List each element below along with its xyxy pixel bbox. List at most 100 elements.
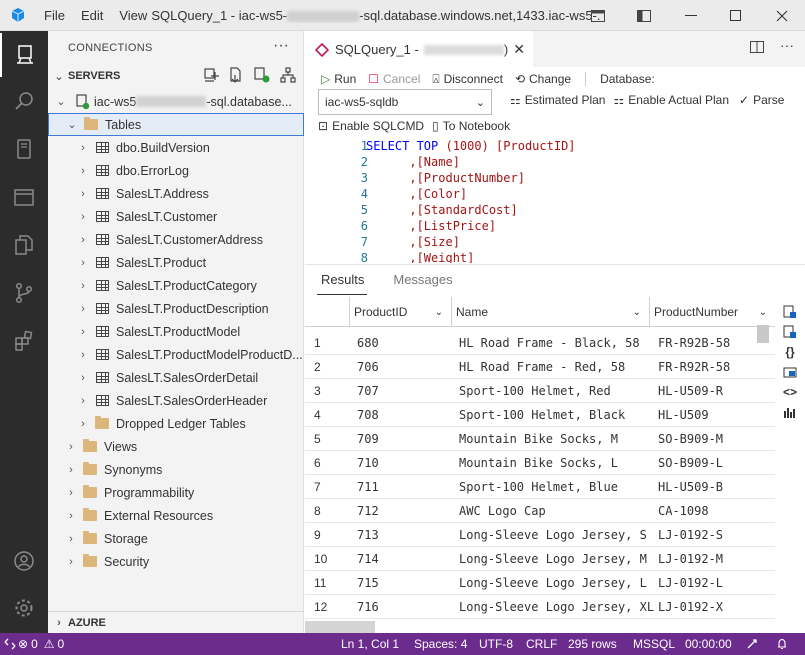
tree-table-node[interactable]: › SalesLT.ProductCategory	[48, 274, 304, 297]
menu-file[interactable]: File	[36, 8, 73, 23]
chevron-right-icon[interactable]: ›	[76, 211, 90, 223]
encoding[interactable]: UTF-8	[479, 633, 513, 655]
chevron-right-icon[interactable]: ›	[76, 395, 90, 407]
grid-cell[interactable]: 709	[357, 427, 379, 451]
cancel-button[interactable]: ☐ Cancel	[368, 72, 420, 86]
tree-table-node[interactable]: › dbo.ErrorLog	[48, 159, 304, 182]
layout-sidebar-icon[interactable]	[621, 0, 667, 31]
tree-table-node[interactable]: › dbo.BuildVersion	[48, 136, 304, 159]
tree-table-node[interactable]: › SalesLT.Address	[48, 182, 304, 205]
grid-cell[interactable]: Sport-100 Helmet, Red	[459, 379, 611, 403]
new-server-group-icon[interactable]	[253, 67, 271, 83]
column-header-productnumber[interactable]: ProductNumber ⌄	[649, 297, 775, 327]
chevron-right-icon[interactable]: ›	[76, 165, 90, 177]
close-button[interactable]	[759, 0, 805, 31]
column-header-productid[interactable]: ProductID ⌄	[349, 297, 451, 327]
grid-cell[interactable]: Sport-100 Helmet, Blue	[459, 475, 618, 499]
grid-cell[interactable]: Long-Sleeve Logo Jersey, M	[459, 547, 647, 571]
close-icon[interactable]: ✕	[513, 41, 525, 58]
save-xml-icon[interactable]	[781, 364, 799, 380]
grid-cell[interactable]: Mountain Bike Socks, L	[459, 451, 618, 475]
chevron-right-icon[interactable]: ›	[76, 372, 90, 384]
grid-cell[interactable]: 710	[357, 451, 379, 475]
grid-cell[interactable]: LJ-0192-X	[658, 595, 723, 619]
grid-cell[interactable]: HL-U509	[658, 403, 709, 427]
grid-cell[interactable]: Long-Sleeve Logo Jersey, L	[459, 571, 647, 595]
tree-structure-icon[interactable]	[280, 67, 296, 83]
table-row[interactable]: 2 706 HL Road Frame - Red, 58 FR-R92R-58	[305, 355, 775, 379]
grid-cell[interactable]: 711	[357, 475, 379, 499]
grid-cell[interactable]: LJ-0192-M	[658, 547, 723, 571]
layout-icon[interactable]	[746, 633, 758, 655]
new-connection-icon[interactable]	[203, 67, 219, 83]
indentation[interactable]: Spaces: 4	[414, 633, 467, 655]
chevron-right-icon[interactable]: ›	[76, 303, 90, 315]
chevron-down-icon[interactable]: ⌄	[65, 118, 79, 131]
table-row[interactable]: 3 707 Sport-100 Helmet, Red HL-U509-R	[305, 379, 775, 403]
chevron-right-icon[interactable]: ›	[76, 280, 90, 292]
grid-cell[interactable]: 713	[357, 523, 379, 547]
chevron-right-icon[interactable]: ›	[76, 188, 90, 200]
grid-cell[interactable]: HL Road Frame - Black, 58	[459, 331, 640, 355]
tab-messages[interactable]: Messages	[377, 265, 465, 295]
grid-cell[interactable]: 706	[357, 355, 379, 379]
database-select[interactable]: iac-ws5-sqldb ⌄	[318, 89, 492, 115]
grid-cell[interactable]: LJ-0192-S	[658, 523, 723, 547]
grid-horizontal-scrollbar[interactable]	[305, 621, 375, 633]
grid-cell[interactable]: 680	[357, 331, 379, 355]
settings-gear-icon[interactable]	[0, 586, 48, 630]
grid-cell[interactable]: FR-R92R-58	[658, 355, 730, 379]
table-row[interactable]: 9 713 Long-Sleeve Logo Jersey, S LJ-0192-S	[305, 523, 775, 547]
grid-cell[interactable]: Sport-100 Helmet, Black	[459, 403, 625, 427]
chevron-right-icon[interactable]: ›	[64, 464, 78, 476]
search-icon[interactable]	[0, 79, 48, 123]
language-mode[interactable]: MSSQL	[633, 633, 675, 655]
grid-cell[interactable]: CA-1098	[658, 499, 709, 523]
tree-table-node[interactable]: › SalesLT.SalesOrderDetail	[48, 366, 304, 389]
end-of-line[interactable]: CRLF	[526, 633, 557, 655]
disconnect-button[interactable]: ⍓ Disconnect	[432, 72, 503, 87]
results-grid[interactable]: ProductID ⌄ Name ⌄ ProductNumber ⌄ 1 680 HL R…	[305, 297, 775, 633]
more-actions-icon[interactable]: ···	[780, 37, 794, 53]
split-editor-icon[interactable]	[750, 40, 764, 57]
maximize-button[interactable]	[713, 0, 759, 31]
table-row[interactable]: 12 716 Long-Sleeve Logo Jersey, XL LJ-0192-…	[305, 595, 775, 619]
table-row[interactable]: 5 709 Mountain Bike Socks, M SO-B909-M	[305, 427, 775, 451]
tree-table-node[interactable]: › SalesLT.ProductDescription	[48, 297, 304, 320]
scrollbar-thumb[interactable]	[757, 325, 769, 343]
grid-vertical-scrollbar[interactable]	[757, 325, 769, 645]
minimize-button[interactable]	[668, 0, 714, 31]
change-connection-button[interactable]: ⟲ Change	[515, 72, 571, 86]
run-button[interactable]: ▷ Run	[321, 72, 356, 86]
azure-section-header[interactable]: › AZURE	[48, 611, 304, 633]
chevron-right-icon[interactable]: ›	[76, 349, 90, 361]
grid-cell[interactable]: AWC Logo Cap	[459, 499, 546, 523]
chevron-right-icon[interactable]: ›	[76, 142, 90, 154]
grid-cell[interactable]: Long-Sleeve Logo Jersey, S	[459, 523, 647, 547]
column-header-name[interactable]: Name ⌄	[451, 297, 649, 327]
tab-results[interactable]: Results	[305, 265, 377, 295]
grid-cell[interactable]: SO-B909-M	[658, 427, 723, 451]
notifications-bell-icon[interactable]	[776, 633, 788, 655]
chevron-right-icon[interactable]: ›	[64, 533, 78, 545]
tree-folder-node[interactable]: › Storage	[48, 527, 304, 550]
grid-cell[interactable]: 715	[357, 571, 379, 595]
tree-folder-node[interactable]: › Dropped Ledger Tables	[48, 412, 304, 435]
connections-icon[interactable]	[0, 33, 48, 77]
source-control-icon[interactable]	[0, 271, 48, 315]
chevron-right-icon[interactable]: ›	[64, 441, 78, 453]
grid-cell[interactable]: HL Road Frame - Red, 58	[459, 355, 625, 379]
layout-toggle-icon[interactable]	[575, 0, 621, 31]
dashboard-icon[interactable]	[0, 175, 48, 219]
tree-folder-node[interactable]: › Synonyms	[48, 458, 304, 481]
account-icon[interactable]	[0, 539, 48, 583]
tree-table-node[interactable]: › SalesLT.ProductModelProductD...	[48, 343, 304, 366]
grid-cell[interactable]: Long-Sleeve Logo Jersey, XL	[459, 595, 654, 619]
chevron-right-icon[interactable]: ›	[76, 418, 90, 430]
problems-indicator[interactable]: ⊗ 0 ⚠ 0	[18, 633, 64, 655]
chevron-right-icon[interactable]: ›	[76, 257, 90, 269]
chevron-right-icon[interactable]: ›	[64, 556, 78, 568]
grid-cell[interactable]: 716	[357, 595, 379, 619]
enable-actual-plan-button[interactable]: ⚏ Enable Actual Plan	[613, 93, 729, 107]
servers-section-header[interactable]: ⌄ SERVERS	[48, 65, 304, 87]
